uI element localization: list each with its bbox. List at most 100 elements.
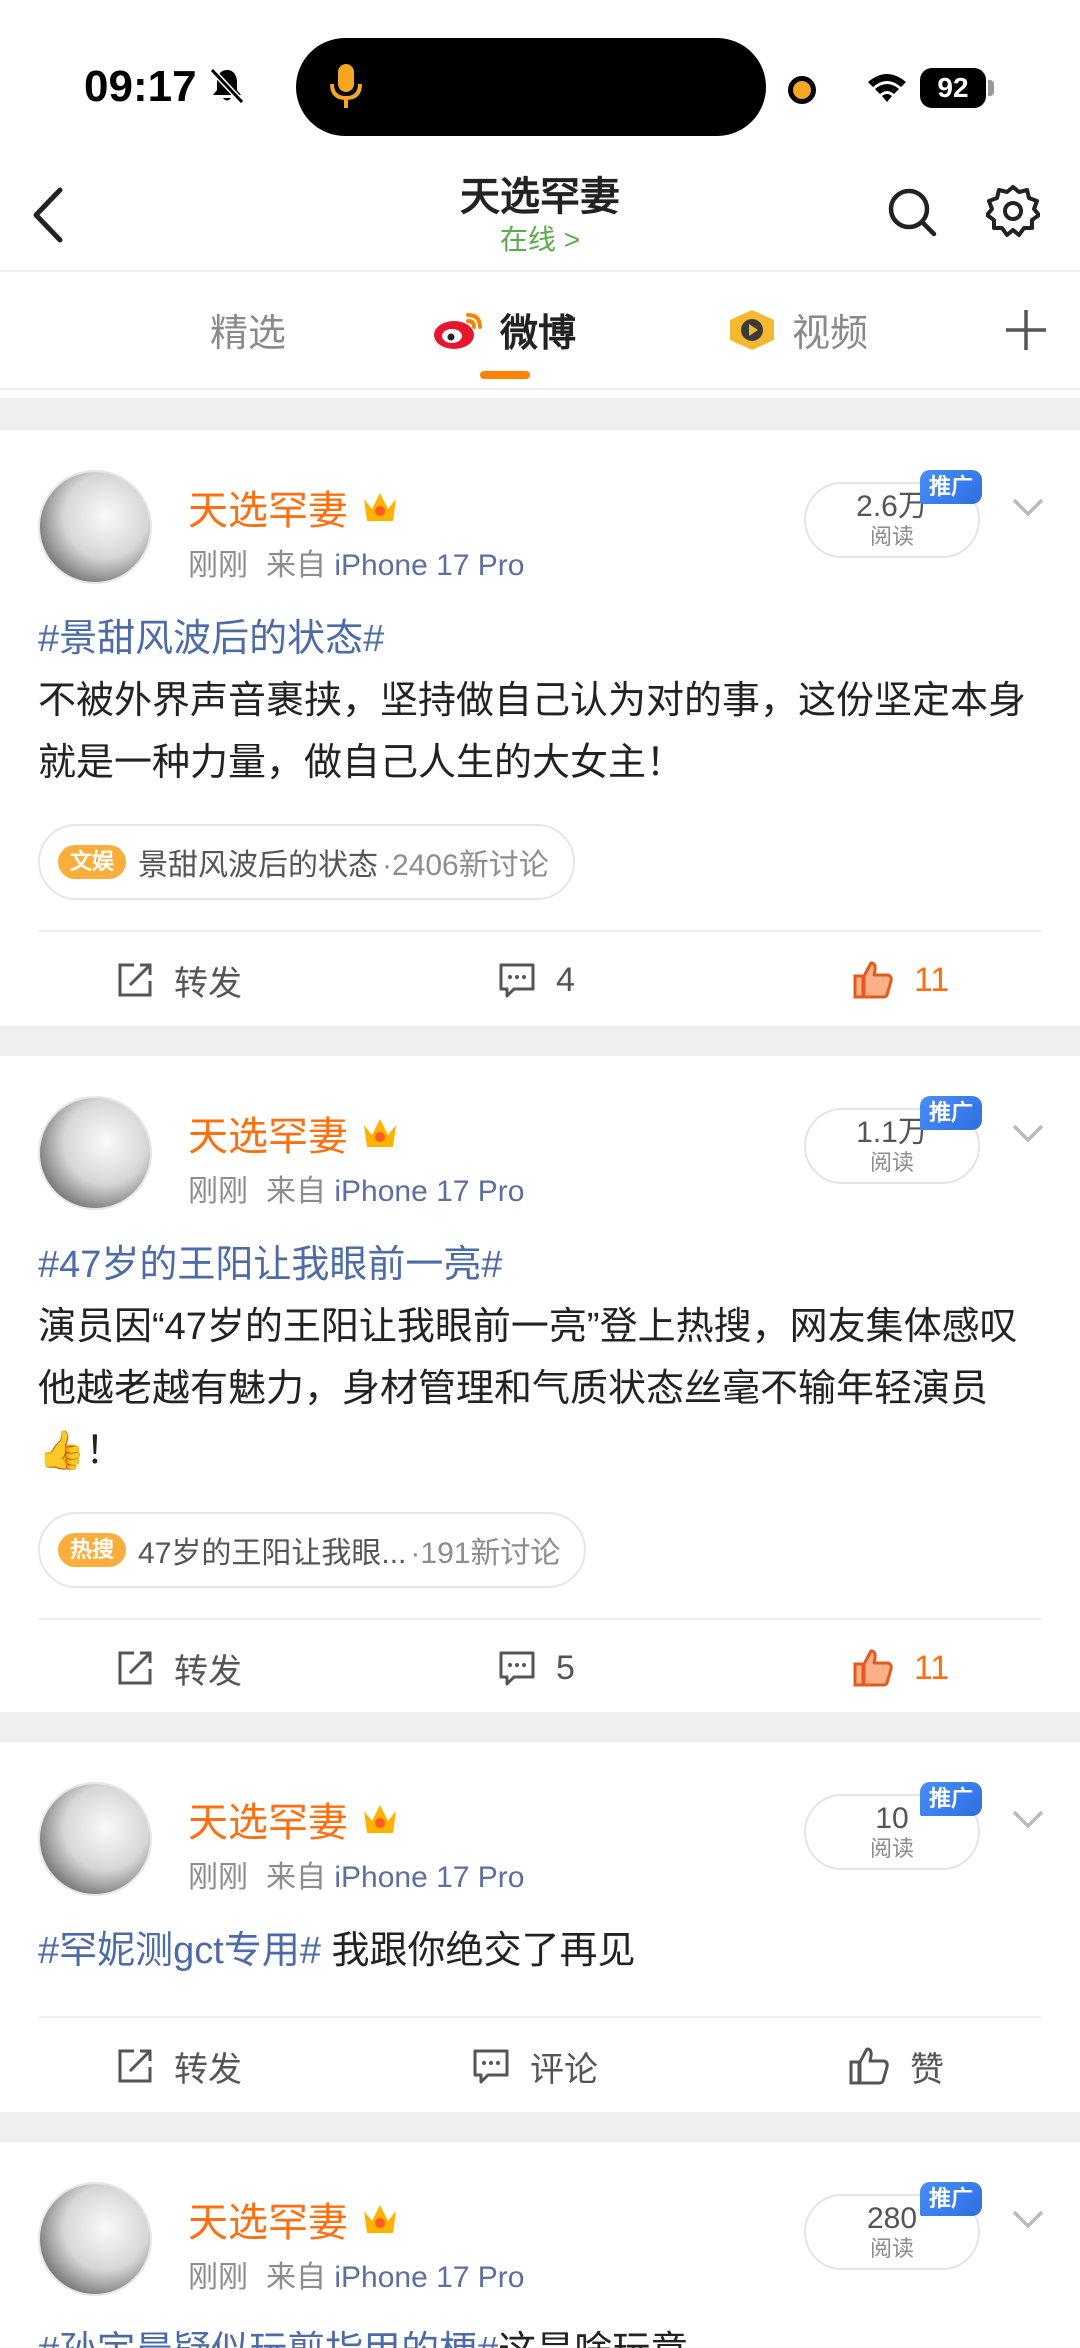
post-meta: 刚刚 来自 iPhone 17 Pro [188,540,524,584]
post-actions: 转发 评论 赞 [0,2018,1080,2114]
tab-bar: 精选 微博 视频 [0,272,1080,388]
feed-gap [0,398,1080,430]
thumbs-up-icon [853,1649,893,1687]
comment-button[interactable]: 4 [498,932,575,1028]
tab-weibo[interactable]: 微博 [432,302,576,357]
post-author[interactable]: 天选罕妻 [188,1790,400,1848]
tab-featured-label: 精选 [210,313,287,355]
post-time: 刚刚 [188,1175,248,1208]
repost-icon [118,2049,152,2083]
tab-video[interactable]: 视频 [726,302,868,357]
post-device: iPhone 17 Pro [334,2261,525,2294]
recording-dot-icon [788,76,816,104]
post-text: 我跟你绝交了再见 [320,1930,636,1972]
status-time: 09:17 [84,62,197,111]
post-card[interactable]: 天选罕妻 刚刚 来自 iPhone 17 Pro 2.6万 阅读 推广 #景甜风波… [0,430,1080,1026]
post-meta: 刚刚 来自 iPhone 17 Pro [188,1166,524,1210]
post-hashtag[interactable]: #景甜风波后的状态# [38,608,1048,670]
post-author[interactable]: 天选罕妻 [188,1104,400,1162]
author-name: 天选罕妻 [188,1801,348,1845]
tab-featured[interactable]: 精选 [210,302,286,357]
post-meta: 刚刚 来自 iPhone 17 Pro [188,2252,524,2296]
crown-vip-icon [364,1805,396,1833]
promoted-badge: 推广 [920,1096,982,1130]
post-source-label: 来自 [266,1861,326,1894]
topic-chip[interactable]: 文娱 景甜风波后的状态 ·2406新讨论 [38,824,575,900]
microphone-icon [330,64,362,108]
active-tab-indicator [480,371,530,379]
chevron-down-icon[interactable] [1010,2208,1046,2232]
post-source-label: 来自 [266,549,326,582]
dynamic-island [296,38,766,136]
plus-icon[interactable] [1004,308,1048,352]
topic-chip[interactable]: 热搜 47岁的王阳让我眼... ·191新讨论 [38,1512,587,1588]
bell-muted-icon [209,67,245,105]
read-count-label: 阅读 [869,1150,914,1175]
comment-count: 4 [556,960,575,999]
post-source-label: 来自 [266,2261,326,2294]
chevron-down-icon[interactable] [1010,1808,1046,1832]
post-meta: 刚刚 来自 iPhone 17 Pro [188,1852,524,1896]
repost-icon [118,963,152,997]
comment-icon [499,963,535,998]
comment-button[interactable]: 5 [498,1620,575,1716]
like-count: 11 [914,960,950,999]
post-hashtag[interactable]: #孙宇晨疑似玩剪指甲的梗# [38,2330,498,2348]
post-time: 刚刚 [188,549,248,582]
weibo-logo-icon [434,312,482,349]
repost-button[interactable]: 转发 [116,932,242,1028]
avatar[interactable] [38,1782,152,1896]
topic-count: ·191新讨论 [410,1537,561,1570]
chevron-down-icon[interactable] [1010,496,1046,520]
avatar[interactable] [38,1096,152,1210]
feed-gap [0,1026,1080,1056]
post-author[interactable]: 天选罕妻 [188,2190,400,2248]
gear-icon[interactable] [986,184,1040,238]
avatar[interactable] [38,2182,152,2296]
post-hashtag[interactable]: #罕妮测gct专用# [38,1930,321,1972]
post-hashtag[interactable]: #47岁的王阳让我眼前一亮# [38,1234,1048,1296]
comment-button[interactable]: 评论 [472,2018,598,2114]
post-card[interactable]: 天选罕妻 刚刚来自 iPhone 17 Pro 280 阅读 推广 #孙宇晨疑似… [0,2142,1080,2348]
feed-gap [0,1712,1080,1742]
topic-badge: 文娱 [58,845,127,879]
post-device: iPhone 17 Pro [334,1861,525,1894]
post-author[interactable]: 天选罕妻 [188,478,400,536]
post-device: iPhone 17 Pro [334,549,525,582]
repost-button[interactable]: 转发 [116,1620,242,1716]
post-card[interactable]: 天选罕妻 刚刚 来自 iPhone 17 Pro 1.1万 阅读 推广 #47岁的… [0,1056,1080,1712]
post-device: iPhone 17 Pro [334,1175,525,1208]
post-text: 不被外界声音裹挟，坚持做自己认为对的事，这份坚定本身就是一种力量，做自己人生的大… [38,680,1027,784]
author-name: 天选罕妻 [188,489,348,533]
post-time: 刚刚 [188,1861,248,1894]
status-bar: 09:17 92 [0,0,1080,170]
post-content: #景甜风波后的状态# 不被外界声音裹挟，坚持做自己认为对的事，这份坚定本身就是一… [38,608,1048,794]
chevron-down-icon[interactable] [1010,1122,1046,1146]
crown-vip-icon [364,1119,396,1147]
post-text: 演员因“47岁的王阳让我眼前一亮”登上热搜，网友集体感叹他越老越有魅力，身材管理… [38,1306,1018,1472]
post-content: #47岁的王阳让我眼前一亮# 演员因“47岁的王阳让我眼前一亮”登上热搜，网友集… [38,1234,1048,1482]
promoted-badge: 推广 [920,1782,982,1816]
avatar[interactable] [38,470,152,584]
promoted-badge: 推广 [920,2182,982,2216]
nav-header: 天选罕妻 在线 > [0,160,1080,272]
like-button[interactable]: 11 [852,932,949,1028]
topic-name: 景甜风波后的状态 [138,849,379,882]
like-button[interactable]: 赞 [848,2018,944,2114]
post-actions: 转发 4 11 [0,932,1080,1028]
comment-count: 5 [556,1648,575,1687]
read-count-label: 阅读 [869,524,914,549]
repost-button[interactable]: 转发 [116,2018,242,2114]
post-actions: 转发 5 11 [0,1620,1080,1716]
battery-level: 92 [920,68,986,108]
like-label: 赞 [910,2050,944,2089]
like-button[interactable]: 11 [852,1620,949,1716]
post-card[interactable]: 天选罕妻 刚刚 来自 iPhone 17 Pro 10 阅读 推广 #罕妮测gct… [0,1742,1080,2112]
video-tab-icon [730,309,774,350]
comment-icon [499,1651,535,1686]
search-icon[interactable] [886,186,938,238]
feed-gap [0,2112,1080,2142]
repost-label: 转发 [174,964,242,1003]
comment-icon [473,2049,509,2084]
post-time: 刚刚 [188,2261,248,2294]
